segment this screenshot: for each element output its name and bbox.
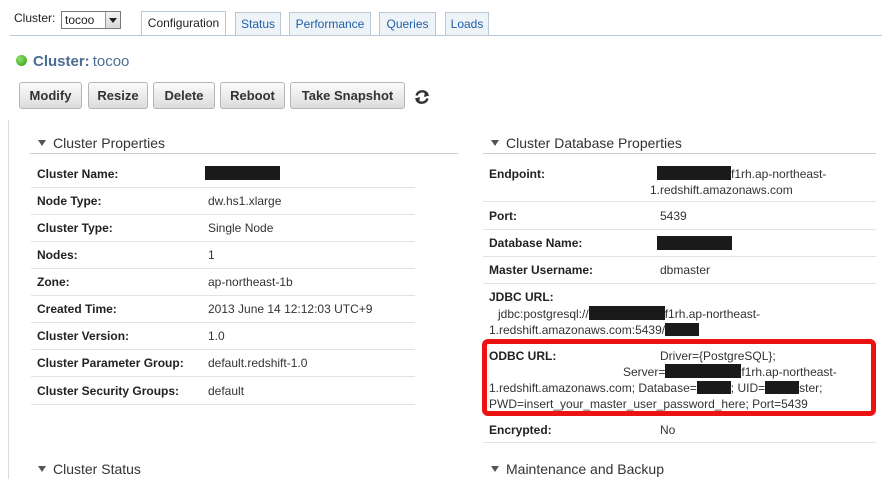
row-value-jdbc-url-line2: 1.redshift.amazonaws.com:5439/ <box>489 322 700 338</box>
row-key-node-type: Node Type: <box>37 194 102 208</box>
page-title-cluster-name: tocoo <box>92 53 130 70</box>
tab-loads[interactable]: Loads <box>445 12 489 35</box>
row-key-zone: Zone: <box>37 275 70 289</box>
collapse-triangle-icon <box>491 140 499 146</box>
odbc-highlight-box <box>482 339 876 416</box>
row-value-master-username: dbmaster <box>660 263 711 277</box>
collapse-triangle-icon <box>38 466 46 472</box>
status-indicator-icon <box>16 55 27 66</box>
row-key-security-groups: Cluster Security Groups: <box>37 384 180 398</box>
row-value-jdbc-url: jdbc:postgresql:// f1rh.ap-northeast- <box>498 306 760 322</box>
redacted-database-name <box>657 236 732 250</box>
redacted-cluster-name <box>205 166 280 180</box>
row-value-security-groups: default <box>208 384 245 398</box>
row-divider <box>483 229 876 230</box>
row-key-jdbc-url: JDBC URL: <box>489 290 554 304</box>
section-divider <box>483 153 876 154</box>
section-title: Maintenance and Backup <box>506 461 664 477</box>
row-divider <box>31 295 415 296</box>
row-value-cluster-type: Single Node <box>208 221 274 235</box>
row-key-master-username: Master Username: <box>489 263 594 277</box>
row-divider <box>483 442 876 443</box>
tab-divider <box>10 35 882 36</box>
section-maintenance-backup[interactable]: Maintenance and Backup <box>491 461 664 477</box>
resize-button[interactable]: Resize <box>88 82 148 109</box>
row-value-created-time: 2013 June 14 12:12:03 UTC+9 <box>208 302 373 316</box>
collapse-triangle-icon <box>38 140 46 146</box>
row-key-endpoint: Endpoint: <box>489 167 545 181</box>
refresh-icon[interactable] <box>412 87 432 107</box>
row-key-created-time: Created Time: <box>37 302 117 316</box>
row-divider <box>31 241 415 242</box>
row-key-port: Port: <box>489 209 517 223</box>
delete-button[interactable]: Delete <box>153 82 215 109</box>
row-value-nodes: 1 <box>208 248 215 262</box>
page-title: Cluster: tocoo <box>33 53 129 70</box>
row-divider <box>31 404 415 405</box>
chevron-down-icon[interactable] <box>105 12 120 28</box>
page-title-prefix: Cluster: <box>33 53 90 70</box>
row-key-parameter-group: Cluster Parameter Group: <box>37 356 184 370</box>
section-title: Cluster Database Properties <box>506 135 682 151</box>
row-value-encrypted: No <box>660 423 676 437</box>
section-cluster-properties[interactable]: Cluster Properties <box>38 135 165 151</box>
section-cluster-status[interactable]: Cluster Status <box>38 461 141 477</box>
modify-button[interactable]: Modify <box>19 82 82 109</box>
cluster-select[interactable]: tocoo <box>61 11 121 29</box>
section-divider <box>30 153 458 154</box>
row-divider <box>483 283 876 284</box>
row-divider <box>31 376 415 377</box>
redacted-endpoint-host <box>657 166 731 180</box>
row-key-database-name: Database Name: <box>489 236 583 250</box>
row-divider <box>31 268 415 269</box>
tab-status[interactable]: Status <box>235 12 281 35</box>
row-value-endpoint-line2: 1.redshift.amazonaws.com <box>650 183 793 197</box>
row-divider <box>483 201 876 202</box>
collapse-triangle-icon <box>491 466 499 472</box>
row-divider <box>31 322 415 323</box>
tab-performance[interactable]: Performance <box>289 12 371 35</box>
tab-configuration[interactable]: Configuration <box>141 11 226 36</box>
cluster-select-value: tocoo <box>65 13 95 27</box>
row-key-cluster-version: Cluster Version: <box>37 329 130 343</box>
section-title: Cluster Status <box>53 461 141 477</box>
row-divider <box>31 349 415 350</box>
section-database-properties[interactable]: Cluster Database Properties <box>491 135 682 151</box>
section-title: Cluster Properties <box>53 135 166 151</box>
tab-queries[interactable]: Queries <box>379 12 436 35</box>
row-value-port: 5439 <box>660 209 687 223</box>
endpoint-text: f1rh.ap-northeast- <box>731 167 827 181</box>
left-border <box>8 120 9 479</box>
redacted-jdbc-host <box>588 306 665 320</box>
row-key-nodes: Nodes: <box>37 248 78 262</box>
row-key-cluster-name: Cluster Name: <box>37 167 119 181</box>
row-value-cluster-version: 1.0 <box>208 329 225 343</box>
jdbc-text: jdbc:postgresql:// <box>498 307 589 321</box>
row-value-zone: ap-northeast-1b <box>208 275 293 289</box>
row-divider <box>31 187 415 188</box>
jdbc-text: f1rh.ap-northeast- <box>664 307 761 321</box>
row-value-parameter-group: default.redshift-1.0 <box>208 356 308 370</box>
redacted-jdbc-db <box>665 323 700 336</box>
jdbc-text: 1.redshift.amazonaws.com:5439/ <box>489 323 666 337</box>
row-key-encrypted: Encrypted: <box>489 423 552 437</box>
reboot-button[interactable]: Reboot <box>220 82 285 109</box>
row-divider <box>31 214 415 215</box>
row-value-endpoint: f1rh.ap-northeast- <box>657 166 826 182</box>
take-snapshot-button[interactable]: Take Snapshot <box>290 82 405 109</box>
cluster-label: Cluster: <box>14 11 56 25</box>
row-value-node-type: dw.hs1.xlarge <box>208 194 282 208</box>
row-divider <box>483 256 876 257</box>
row-key-cluster-type: Cluster Type: <box>37 221 113 235</box>
